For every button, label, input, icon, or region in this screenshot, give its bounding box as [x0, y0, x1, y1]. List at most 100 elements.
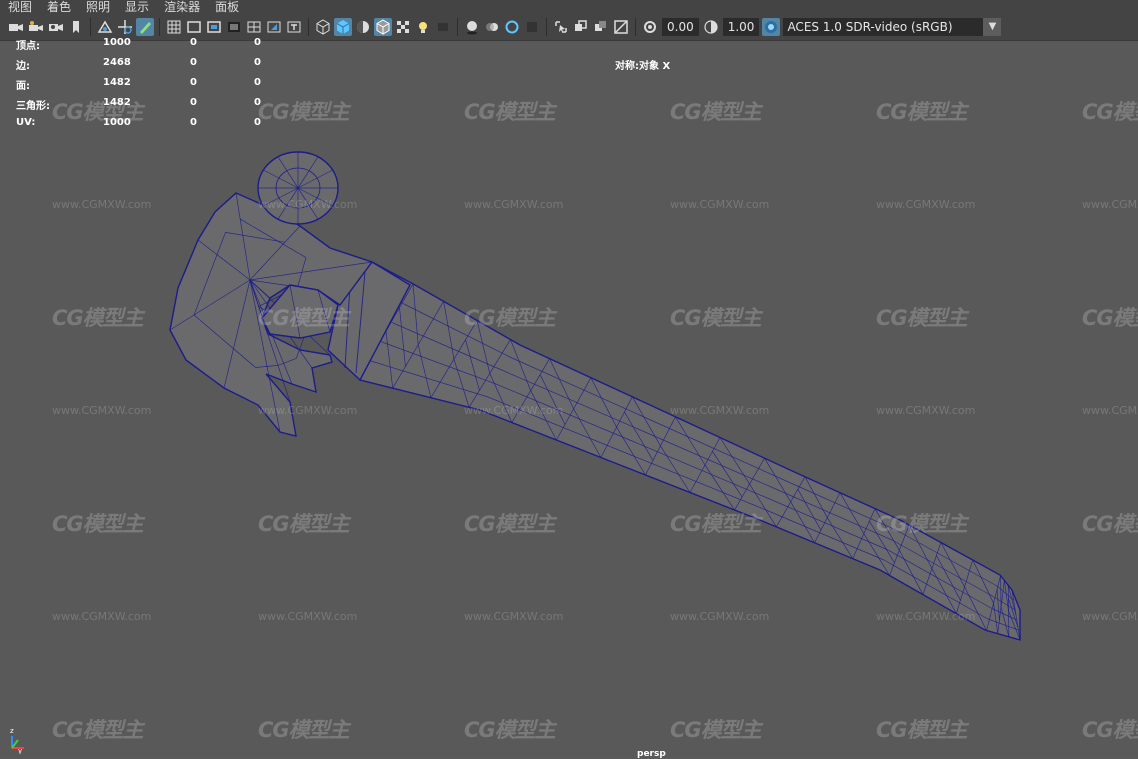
field-chart-icon[interactable] [245, 18, 263, 36]
view-axis-gizmo: z y [4, 722, 32, 758]
watermark-logo: CG模型主 [258, 512, 350, 536]
hud-v2: 0 [190, 37, 197, 48]
chevron-down-icon[interactable]: ▼ [983, 18, 1002, 36]
hud-v3: 0 [254, 117, 261, 128]
grid-icon[interactable] [165, 18, 183, 36]
hud-v1: 1000 [103, 37, 131, 48]
watermark-logo: CG模型主 [1082, 306, 1138, 330]
gate-mask-icon[interactable] [225, 18, 243, 36]
menu-shading[interactable]: 着色 [39, 0, 78, 14]
color-management-icon[interactable] [762, 18, 781, 36]
watermark-logo: CG模型主 [1082, 100, 1138, 124]
image-plane-icon[interactable] [96, 18, 114, 36]
panel-toolbar: 0.00 1.00 ACES 1.0 SDR-video (sRGB) ▼ [0, 14, 1138, 41]
toolbar-separator [308, 18, 309, 36]
menu-view[interactable]: 视图 [0, 0, 39, 14]
watermark-url: www.CGMXW.com [258, 610, 358, 623]
watermark-logo: CG模型主 [876, 718, 968, 742]
watermark-url: www.CGMXW.com [258, 404, 358, 417]
hud-v3: 0 [254, 57, 261, 68]
xray-joints-icon[interactable] [592, 18, 610, 36]
hud-label: UV: [16, 117, 36, 128]
watermark-url: www.CGMXW.com [464, 198, 564, 211]
watermark-url: www.CGMXW.com [876, 610, 976, 623]
watermark-url: www.CGMXW.com [52, 610, 152, 623]
hud-label: 边: [16, 61, 30, 72]
watermark-logo: CG模型主 [464, 512, 556, 536]
axis-z-label: z [10, 727, 14, 735]
view-transform-dropdown[interactable]: ACES 1.0 SDR-video (sRGB) ▼ [783, 18, 1002, 36]
exposure-field[interactable]: 0.00 [662, 18, 699, 36]
multisample-aa-icon[interactable] [503, 18, 521, 36]
grease-pencil-icon[interactable] [136, 18, 154, 36]
camera-attributes-icon[interactable] [27, 18, 45, 36]
hammer-wireframe-model[interactable] [0, 41, 1138, 758]
xray-icon[interactable] [572, 18, 590, 36]
menu-renderer[interactable]: 渲染器 [156, 0, 207, 14]
hud-v3: 0 [254, 37, 261, 48]
safe-title-icon[interactable] [285, 18, 303, 36]
watermark-logo: CG模型主 [52, 512, 144, 536]
pan-zoom-icon[interactable] [116, 18, 134, 36]
hud-v2: 0 [190, 77, 197, 88]
watermark-url: www.CGMXW.com [1082, 404, 1138, 417]
menu-show[interactable]: 显示 [117, 0, 156, 14]
viewport-3d[interactable] [0, 41, 1138, 758]
watermark-logo: CG模型主 [1082, 718, 1138, 742]
watermark-logo: CG模型主 [258, 306, 350, 330]
use-all-lights-icon[interactable] [414, 18, 432, 36]
panel-menubar: 视图 着色 照明 显示 渲染器 面板 [0, 0, 1138, 14]
watermark-logo: CG模型主 [670, 512, 762, 536]
resolution-gate-icon[interactable] [205, 18, 223, 36]
default-material-icon[interactable] [354, 18, 372, 36]
screen-space-ao-icon[interactable] [463, 18, 481, 36]
watermark-logo: CG模型主 [258, 718, 350, 742]
toolbar-separator [546, 18, 547, 36]
camera-icon[interactable] [7, 18, 25, 36]
gamma-icon[interactable] [702, 18, 720, 36]
wireframe-icon[interactable] [314, 18, 332, 36]
watermark-url: www.CGMXW.com [670, 404, 770, 417]
backface-culling-icon[interactable] [612, 18, 630, 36]
axis-y-label: y [18, 747, 22, 754]
hud-label: 面: [16, 81, 30, 92]
gamma-field[interactable]: 1.00 [722, 18, 760, 36]
watermark-url: www.CGMXW.com [52, 404, 152, 417]
watermark-logo: CG模型主 [670, 718, 762, 742]
view-transform-label: ACES 1.0 SDR-video (sRGB) [787, 20, 953, 34]
watermark-url: www.CGMXW.com [876, 198, 976, 211]
hud-v2: 0 [190, 117, 197, 128]
symmetry-indicator: 对称:对象 X [615, 61, 671, 72]
hud-v1: 1000 [103, 117, 131, 128]
watermark-logo: CG模型主 [52, 306, 144, 330]
exposure-icon[interactable] [641, 18, 659, 36]
menu-lighting[interactable]: 照明 [78, 0, 117, 14]
hud-label: 顶点: [16, 41, 40, 52]
smooth-shade-icon[interactable] [334, 18, 352, 36]
watermark-url: www.CGMXW.com [1082, 610, 1138, 623]
hud-v1: 1482 [103, 77, 131, 88]
textured-icon[interactable] [394, 18, 412, 36]
bookmark-camera-icon[interactable] [47, 18, 65, 36]
safe-action-icon[interactable] [265, 18, 283, 36]
wireframe-on-shaded-icon[interactable] [374, 18, 392, 36]
watermark-logo: CG模型主 [876, 100, 968, 124]
watermark-logo: CG模型主 [464, 718, 556, 742]
watermark-url: www.CGMXW.com [464, 610, 564, 623]
watermark-logo: CG模型主 [876, 512, 968, 536]
motion-blur-icon[interactable] [483, 18, 501, 36]
watermark-url: www.CGMXW.com [1082, 198, 1138, 211]
isolate-select-icon[interactable] [552, 18, 570, 36]
watermark-logo: CG模型主 [258, 100, 350, 124]
watermark-logo: CG模型主 [52, 718, 144, 742]
shadows-icon[interactable] [434, 18, 452, 36]
toolbar-separator [90, 18, 91, 36]
axis-icon: z y [10, 727, 24, 755]
watermark-logo: CG模型主 [670, 100, 762, 124]
menu-panels[interactable]: 面板 [207, 0, 246, 14]
film-gate-icon[interactable] [185, 18, 203, 36]
toolbar-separator [159, 18, 160, 36]
hud-v1: 2468 [103, 57, 131, 68]
depth-of-field-icon[interactable] [523, 18, 541, 36]
bookmark-icon[interactable] [67, 18, 85, 36]
